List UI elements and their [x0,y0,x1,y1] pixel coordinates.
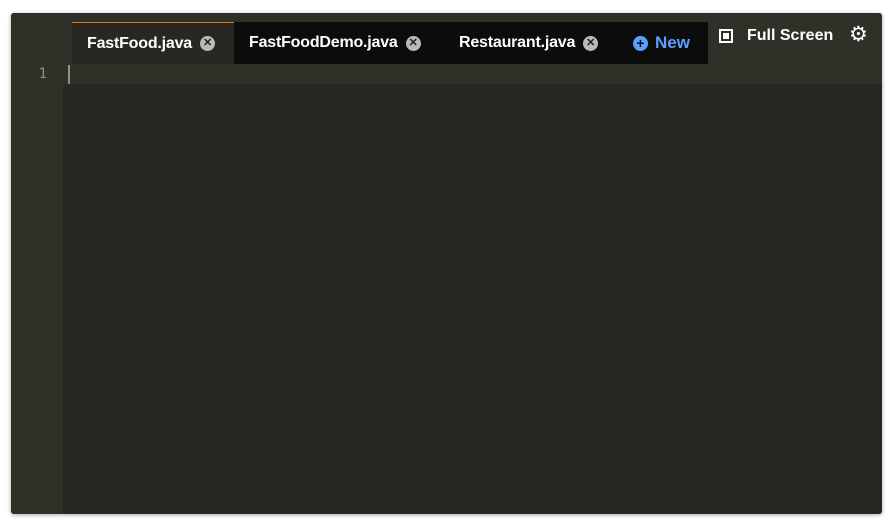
fullscreen-button[interactable]: Full Screen [719,27,833,45]
code-area[interactable] [63,84,882,514]
tab-label: Restaurant.java [459,34,576,51]
code-editor: FastFood.java ✕ FastFoodDemo.java ✕ Rest… [11,13,882,514]
close-icon[interactable]: ✕ [199,36,215,51]
text-cursor [68,65,70,84]
tab-fastfooddemo-java[interactable]: FastFoodDemo.java ✕ [234,22,442,64]
line-number-gutter [11,64,63,514]
plus-circle-icon: + [633,35,648,51]
active-line-highlight [63,64,882,84]
file-tabs: FastFood.java ✕ FastFoodDemo.java ✕ Rest… [72,22,708,64]
tab-label: FastFoodDemo.java [249,34,398,51]
gutter-header [11,13,71,64]
fullscreen-label: Full Screen [747,27,834,44]
tab-fastfood-java[interactable]: FastFood.java ✕ [72,22,234,64]
new-tab-button[interactable]: + New [631,22,690,64]
close-icon[interactable]: ✕ [583,35,599,51]
line-number: 1 [38,66,47,82]
new-tab-label: New [655,33,690,52]
close-icon[interactable]: ✕ [405,35,421,51]
fullscreen-icon [719,29,733,43]
gear-icon[interactable]: ⚙ [849,24,868,46]
tab-restaurant-java[interactable]: Restaurant.java ✕ [442,22,631,64]
tab-label: FastFood.java [87,34,192,52]
